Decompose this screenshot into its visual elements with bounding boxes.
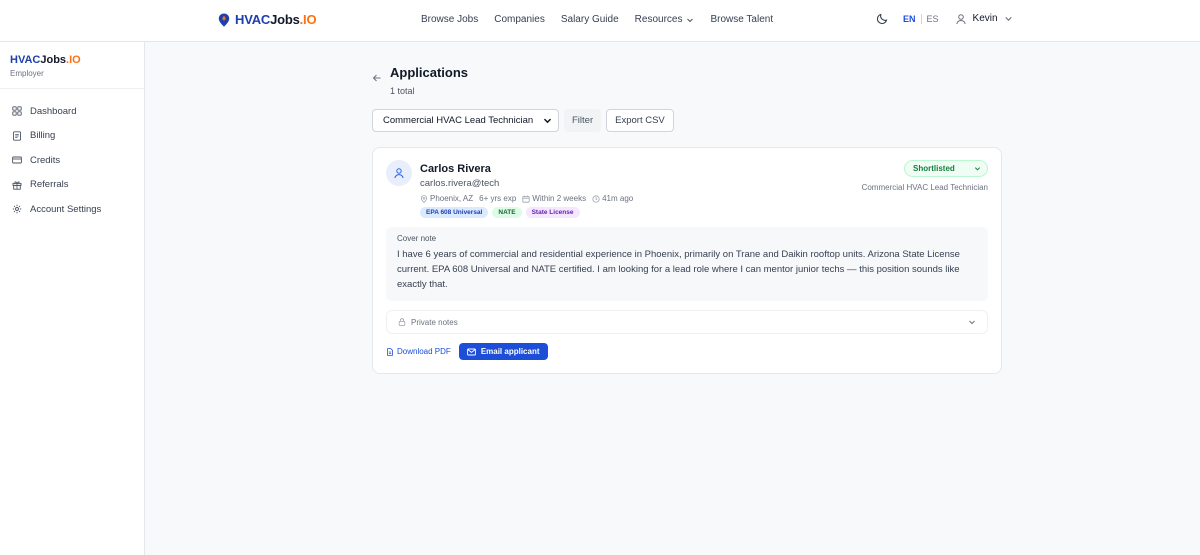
arrow-left-icon[interactable] bbox=[372, 73, 382, 83]
sidebar-item-label: Dashboard bbox=[30, 105, 77, 117]
email-applicant-label: Email applicant bbox=[480, 347, 540, 356]
applied-job-title: Commercial HVAC Lead Technician bbox=[861, 183, 988, 192]
mail-icon bbox=[466, 348, 476, 355]
sidebar-item-label: Account Settings bbox=[30, 203, 102, 215]
logo-text-io: .IO bbox=[299, 12, 317, 27]
applicant-meta: Phoenix, AZ 6+ yrs exp Within 2 weeks 41… bbox=[420, 194, 633, 203]
download-pdf-link[interactable]: Download PDF bbox=[386, 347, 451, 356]
private-notes-toggle[interactable]: Private notes bbox=[386, 310, 988, 334]
application-card: Carlos Rivera carlos.rivera@tech Phoenix… bbox=[372, 147, 1002, 374]
availability-meta: Within 2 weeks bbox=[522, 194, 586, 203]
sidebar-item-label: Credits bbox=[30, 154, 61, 166]
job-select-value: Commercial HVAC Lead Technician bbox=[383, 115, 534, 126]
sidebar-brand: HVACJobs.IO Employer bbox=[0, 42, 144, 89]
private-notes-header: Private notes bbox=[398, 318, 458, 327]
map-pin-logo-icon bbox=[218, 13, 230, 27]
nav-companies[interactable]: Companies bbox=[494, 14, 545, 25]
chevron-down-icon bbox=[969, 320, 975, 325]
sidebar-logo-hvac: HVAC bbox=[10, 54, 41, 66]
moon-icon[interactable] bbox=[876, 12, 889, 25]
user-icon bbox=[394, 168, 404, 179]
sidebar-item-billing[interactable]: Billing bbox=[0, 124, 144, 149]
logo-text-hvac: HVAC bbox=[235, 12, 271, 27]
page-header: Applications 1 total bbox=[372, 62, 1002, 96]
language-switch: EN ES bbox=[903, 13, 939, 24]
file-icon bbox=[387, 347, 393, 356]
header-tools: EN ES Kevin bbox=[876, 12, 1013, 25]
page-title: Applications bbox=[390, 65, 469, 80]
grid-icon bbox=[12, 106, 22, 116]
card-icon bbox=[12, 156, 22, 164]
logo-text-jobs: Jobs bbox=[270, 12, 300, 27]
sidebar-menu: Dashboard Billing Credits Referrals Acco… bbox=[0, 89, 144, 222]
tag-nate: NATE bbox=[492, 207, 522, 218]
chevron-down-icon bbox=[687, 18, 694, 22]
map-pin-icon bbox=[420, 194, 428, 203]
lock-icon bbox=[398, 318, 406, 326]
cover-note: Cover note I have 6 years of commercial … bbox=[386, 227, 988, 301]
nav-resources-label: Resources bbox=[634, 14, 683, 25]
applicant-email[interactable]: carlos.rivera@tech bbox=[420, 178, 633, 189]
main-nav: Browse Jobs Companies Salary Guide Resou… bbox=[421, 14, 773, 25]
main-content: Applications 1 total Commercial HVAC Lea… bbox=[372, 62, 1002, 374]
avatar bbox=[386, 160, 412, 186]
nav-salary-guide[interactable]: Salary Guide bbox=[561, 14, 619, 25]
applications-count: 1 total bbox=[390, 86, 415, 96]
sidebar-item-credits[interactable]: Credits bbox=[0, 148, 144, 173]
sidebar: HVACJobs.IO Employer Dashboard Billing C… bbox=[0, 42, 145, 555]
location-meta: Phoenix, AZ bbox=[420, 194, 473, 203]
time-meta: 41m ago bbox=[592, 194, 633, 203]
tag-epa-608: EPA 608 Universal bbox=[420, 207, 489, 218]
nav-browse-jobs[interactable]: Browse Jobs bbox=[421, 14, 478, 25]
tag-state-license: State License bbox=[525, 207, 580, 218]
nav-resources[interactable]: Resources bbox=[635, 14, 695, 25]
user-icon bbox=[955, 13, 966, 24]
sidebar-role: Employer bbox=[10, 69, 44, 78]
calendar-icon bbox=[522, 195, 530, 203]
sidebar-item-referrals[interactable]: Referrals bbox=[0, 173, 144, 198]
user-menu[interactable]: Kevin bbox=[955, 13, 1013, 25]
filter-button[interactable]: Filter bbox=[564, 109, 602, 132]
export-csv-button[interactable]: Export CSV bbox=[606, 109, 674, 132]
site-logo[interactable]: HVACJobs.IO bbox=[218, 12, 317, 27]
status-area: Shortlisted Commercial HVAC Lead Technic… bbox=[862, 160, 988, 192]
applicant-location: Phoenix, AZ bbox=[430, 194, 474, 203]
chevron-down-icon bbox=[543, 118, 552, 124]
sidebar-item-account-settings[interactable]: Account Settings bbox=[0, 197, 144, 222]
status-dropdown[interactable]: Shortlisted bbox=[904, 160, 988, 177]
clock-icon bbox=[592, 194, 600, 203]
sidebar-item-label: Billing bbox=[30, 130, 56, 142]
chevron-down-icon bbox=[1004, 16, 1012, 21]
card-actions: Download PDF Email applicant bbox=[386, 343, 988, 360]
user-name: Kevin bbox=[972, 13, 998, 24]
lang-es[interactable]: ES bbox=[927, 14, 939, 24]
chevron-down-icon bbox=[974, 167, 981, 171]
applicant-experience: 6+ yrs exp bbox=[479, 194, 517, 203]
gear-icon bbox=[12, 205, 22, 214]
lang-divider bbox=[920, 13, 922, 24]
status-badge: Shortlisted bbox=[913, 164, 955, 173]
filter-toolbar: Commercial HVAC Lead Technician Filter E… bbox=[372, 109, 1002, 132]
certification-tags: EPA 608 Universal NATE State License bbox=[420, 207, 633, 218]
email-applicant-button[interactable]: Email applicant bbox=[458, 343, 548, 360]
download-pdf-label: Download PDF bbox=[397, 347, 451, 356]
nav-browse-talent[interactable]: Browse Talent bbox=[710, 14, 773, 25]
job-select[interactable]: Commercial HVAC Lead Technician bbox=[372, 109, 559, 132]
private-notes-label: Private notes bbox=[411, 317, 458, 327]
applicant-name: Carlos Rivera bbox=[420, 163, 491, 175]
cover-note-label: Cover note bbox=[397, 234, 437, 243]
sidebar-logo-jobs: Jobs bbox=[40, 54, 67, 66]
gift-icon bbox=[12, 181, 22, 190]
sidebar-logo[interactable]: HVACJobs.IO bbox=[10, 54, 134, 66]
receipt-icon bbox=[13, 131, 21, 141]
cover-note-text: I have 6 years of commercial and residen… bbox=[397, 249, 960, 290]
applicant-availability: Within 2 weeks bbox=[532, 194, 587, 203]
lang-en[interactable]: EN bbox=[903, 14, 916, 24]
applied-time-ago: 41m ago bbox=[602, 194, 634, 203]
sidebar-logo-io: .IO bbox=[66, 54, 81, 66]
top-navbar: HVACJobs.IO Browse Jobs Companies Salary… bbox=[0, 0, 1200, 42]
sidebar-item-label: Referrals bbox=[30, 179, 69, 191]
sidebar-item-dashboard[interactable]: Dashboard bbox=[0, 99, 144, 124]
